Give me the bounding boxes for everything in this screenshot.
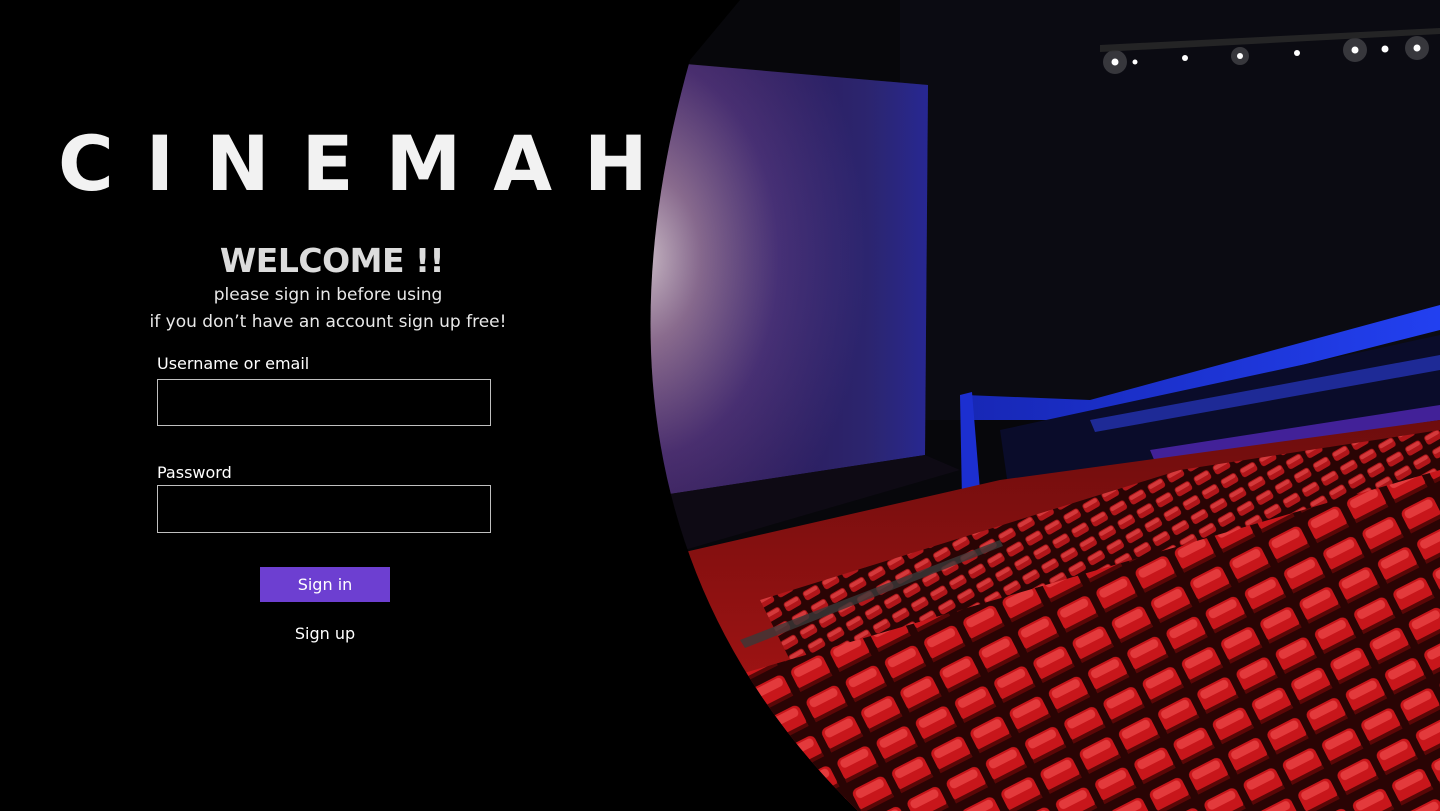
welcome-subtitle-line-2: if you don’t have an account sign up fre… <box>149 312 507 332</box>
username-input[interactable] <box>157 379 491 426</box>
username-label: Username or email <box>157 354 310 373</box>
password-label: Password <box>157 463 232 482</box>
password-input[interactable] <box>157 485 491 533</box>
welcome-subtitle-line-1: please sign in before using <box>213 285 443 305</box>
welcome-heading: WELCOME !! <box>219 241 445 280</box>
sign-in-button[interactable]: Sign in <box>260 567 390 602</box>
brand-logo-text: CINEMAH <box>58 119 680 208</box>
sign-up-link[interactable]: Sign up <box>260 623 390 645</box>
login-page: CINEMAH WELCOME !! please sign in before… <box>0 0 1440 811</box>
